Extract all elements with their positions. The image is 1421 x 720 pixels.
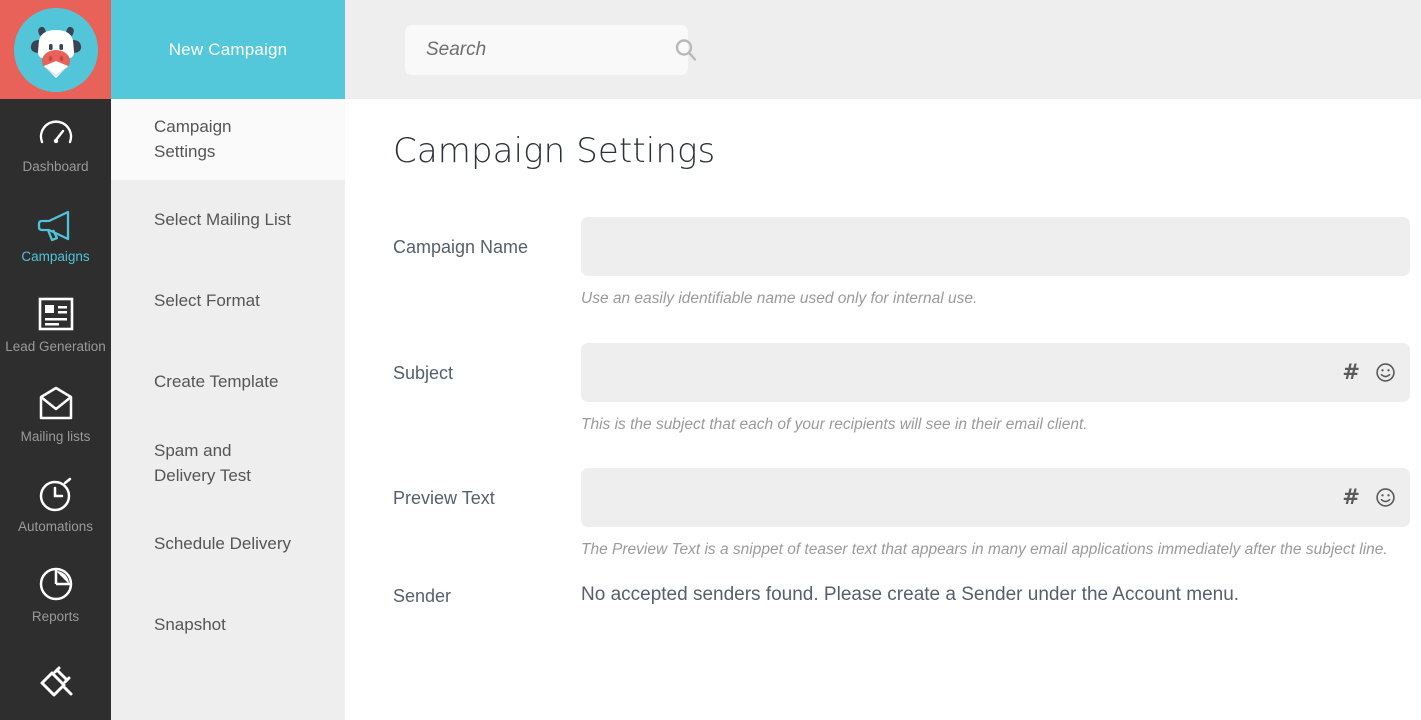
sidebar-item-dashboard[interactable]: Dashboard [0,99,111,189]
subnav-item-label: Create Template [154,372,279,392]
campaign-name-label: Campaign Name [393,237,529,257]
subnav-item-label: Schedule Delivery [154,534,292,554]
sidebar-item-automations[interactable]: Automations [0,459,111,549]
sidebar-item-mailing-lists[interactable]: Mailing lists [0,369,111,459]
logo-circle [13,7,98,92]
sender-label: Sender [393,585,452,606]
sidebar-item-label: Campaigns [21,248,90,264]
smiley-icon[interactable] [1375,487,1396,508]
subnav-item-label: Snapshot [154,615,226,635]
subnav-item-select-mailing-list[interactable]: Select Mailing List [111,180,345,261]
plug-icon [35,662,77,700]
field-row-campaign-name: Campaign Name Use an easily identifiable… [393,217,1410,309]
form-icon [37,295,75,333]
secondary-sidebar: New Campaign Campaign Settings Select Ma… [111,0,345,720]
subnav-item-label: Spam and Delivery Test [154,441,251,485]
field-row-preview-text: Preview Text # The Preview Text is a sni… [393,468,1410,560]
sidebar-item-lead-generation[interactable]: Lead Generation [0,279,111,369]
hash-icon[interactable]: # [1342,487,1360,508]
pie-chart-icon [37,565,75,603]
search-box[interactable] [405,24,697,75]
subnav-item-label: Select Mailing List [154,210,292,230]
main-content: Campaign Settings Campaign Name Use an e… [345,0,1421,720]
hash-icon[interactable]: # [1342,361,1360,383]
settings-panel: Campaign Settings Campaign Name Use an e… [345,99,1421,720]
subject-label: Subject [393,362,454,383]
subnav-item-schedule-delivery[interactable]: Schedule Delivery [111,504,345,585]
sidebar-item-reports[interactable]: Reports [0,549,111,639]
sidebar-item-integrations[interactable] [0,639,111,720]
megaphone-icon [35,205,77,243]
envelope-icon [36,385,76,423]
subnav-item-label: Select Format [154,291,260,311]
sidebar-item-label: Dashboard [22,158,89,174]
preview-text-input[interactable] [581,468,1410,528]
subject-help: This is the subject that each of your re… [581,415,1088,433]
gauge-icon [36,115,76,153]
field-row-subject: Subject # This is the subject that each … [393,342,1410,435]
top-bar [345,0,1421,99]
subnav-item-select-format[interactable]: Select Format [111,261,345,342]
cow-mail-logo-icon [30,26,81,78]
app-root: Dashboard Campaigns Lead Generation Mail… [0,0,1421,720]
field-row-sender: Sender No accepted senders found. Please… [393,566,1410,608]
subnav-item-create-template[interactable]: Create Template [111,342,345,423]
sidebar-item-label: Mailing lists [20,428,91,444]
app-logo[interactable] [0,0,111,99]
subnav-item-label: Campaign Settings [154,117,232,161]
page-title: Campaign Settings [393,131,716,171]
sidebar-item-label: Reports [31,608,80,624]
primary-sidebar: Dashboard Campaigns Lead Generation Mail… [0,0,111,720]
sidebar-item-label: Automations [17,518,94,534]
subnav-item-campaign-settings[interactable]: Campaign Settings [111,99,345,180]
preview-text-label: Preview Text [393,488,495,509]
search-icon[interactable] [673,37,699,63]
campaign-name-input[interactable] [581,217,1410,276]
campaign-name-help: Use an easily identifiable name used onl… [581,290,978,307]
subject-input-adornments: # [1342,343,1396,402]
search-input[interactable] [426,38,673,61]
subnav-title: New Campaign [111,0,345,99]
sidebar-item-label: Lead Generation [5,338,106,354]
subnav-item-spam-and-delivery-test[interactable]: Spam and Delivery Test [111,423,345,504]
preview-text-help: The Preview Text is a snippet of teaser … [581,541,1388,559]
smiley-icon[interactable] [1375,362,1396,383]
sender-empty-message: No accepted senders found. Please create… [581,583,1240,605]
stopwatch-icon [36,475,76,513]
sidebar-item-campaigns[interactable]: Campaigns [0,189,111,279]
subnav-item-snapshot[interactable]: Snapshot [111,585,345,666]
subject-input[interactable] [581,342,1410,402]
preview-text-input-adornments: # [1342,468,1396,527]
